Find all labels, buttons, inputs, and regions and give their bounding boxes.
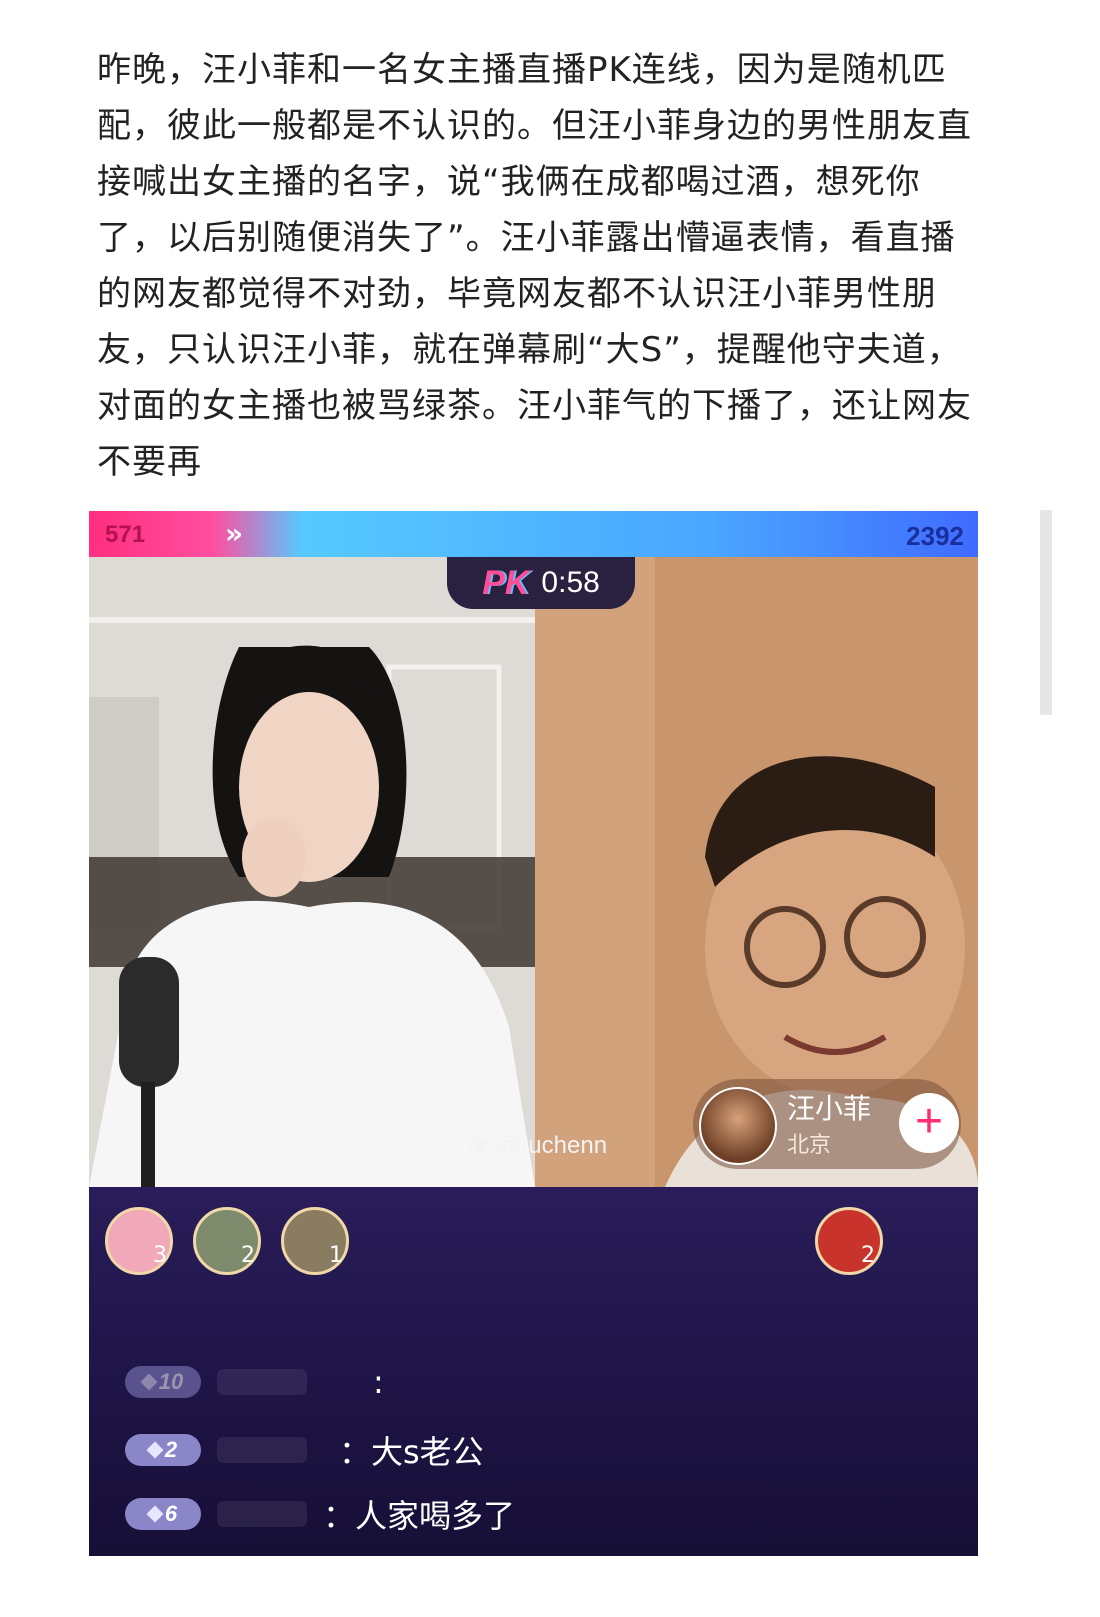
blurred-username bbox=[217, 1369, 307, 1395]
diamond-icon bbox=[146, 1505, 164, 1523]
user-level: 2 bbox=[164, 1437, 178, 1462]
weibo-icon: ◉ bbox=[469, 1132, 490, 1159]
score-right: 2392 bbox=[906, 521, 964, 551]
fan-count: 2 bbox=[241, 1243, 255, 1268]
fan-count: 3 bbox=[153, 1243, 167, 1268]
chat-message: 2 ：大s老公 bbox=[125, 1427, 484, 1473]
article-text: 昨晚，汪小菲和一名女主播直播PK连线，因为是随机匹配，彼此一般都是不认识的。但汪… bbox=[97, 50, 972, 482]
diamond-icon bbox=[146, 1441, 164, 1459]
blurred-username bbox=[217, 1437, 307, 1463]
chevron-right-icon: » bbox=[225, 517, 244, 550]
watermark-handle: @ruchenn bbox=[495, 1131, 608, 1159]
pk-score-bar: 571 » 2392 bbox=[89, 511, 978, 557]
chat-message: 6 ：人家喝多了 bbox=[125, 1491, 515, 1537]
pk-badge: PK 0:58 bbox=[447, 557, 635, 609]
blurred-username bbox=[217, 1501, 307, 1527]
host-card[interactable]: 汪小菲 北京 + bbox=[693, 1079, 961, 1169]
host-name: 汪小菲 bbox=[787, 1092, 872, 1125]
chat-text: ：人家喝多了 bbox=[323, 1497, 516, 1535]
live-stream-screenshot: 571 » 2392 PK 0:58 ◉ @ruchenn 汪小菲 北京 + 3… bbox=[89, 511, 978, 1556]
diamond-icon bbox=[140, 1373, 158, 1391]
host-location: 北京 bbox=[787, 1133, 832, 1158]
user-level-badge: 10 bbox=[125, 1366, 201, 1398]
user-level: 10 bbox=[158, 1369, 184, 1394]
pk-logo: PK bbox=[482, 563, 530, 602]
fan-count: 2 bbox=[861, 1243, 875, 1268]
follow-button[interactable]: + bbox=[899, 1093, 959, 1153]
chat-text: : bbox=[373, 1363, 384, 1401]
scrollbar[interactable] bbox=[1040, 510, 1052, 715]
female-streamer-video bbox=[89, 557, 535, 1187]
score-left: 571 bbox=[105, 521, 146, 548]
chat-message: 10 : bbox=[125, 1363, 384, 1401]
user-level: 6 bbox=[164, 1501, 178, 1526]
weibo-watermark: ◉ @ruchenn bbox=[469, 1131, 607, 1160]
pk-timer: 0:58 bbox=[541, 566, 600, 599]
user-level-badge: 6 bbox=[125, 1498, 201, 1530]
user-level-badge: 2 bbox=[125, 1434, 201, 1466]
fan-count: 1 bbox=[329, 1243, 343, 1268]
chat-text: ：大s老公 bbox=[339, 1433, 484, 1471]
female-streamer-image bbox=[89, 557, 535, 1187]
chat-area: 3 2 1 2 10 : 2 ：大s老公 6 ：人家喝多了 bbox=[89, 1187, 978, 1556]
host-avatar[interactable] bbox=[699, 1087, 777, 1165]
